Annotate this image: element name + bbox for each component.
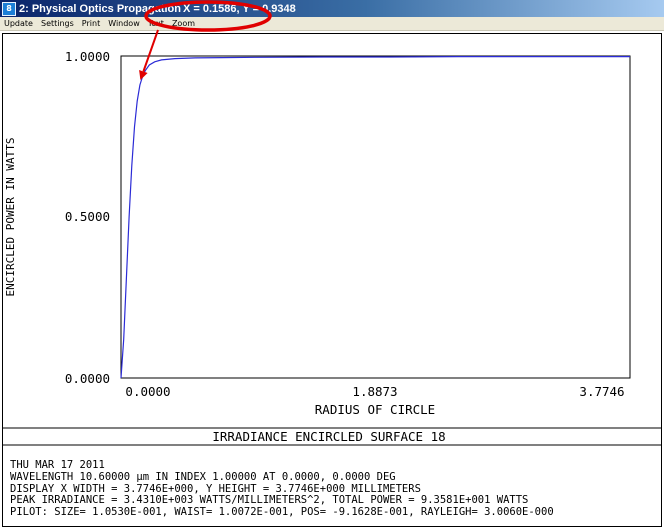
y-tick-label: 1.0000 xyxy=(65,49,110,64)
info-display-size: DISPLAY X WIDTH = 3.7746E+000, Y HEIGHT … xyxy=(10,483,421,495)
info-irradiance: PEAK IRRADIANCE = 3.4310E+003 WATTS/MILL… xyxy=(10,495,529,507)
x-axis-label: RADIUS OF CIRCLE xyxy=(315,402,435,417)
info-wavelength: WAVELENGTH 10.60000 µm IN INDEX 1.00000 … xyxy=(10,471,396,483)
plot-info-block: THU MAR 17 2011 WAVELENGTH 10.60000 µm I… xyxy=(10,460,660,519)
y-tick-label: 0.0000 xyxy=(65,371,110,386)
x-tick-label: 3.7746 xyxy=(579,384,624,399)
y-tick-label: 0.5000 xyxy=(65,209,110,224)
encircled-power-curve xyxy=(120,56,630,379)
x-tick-label: 0.0000 xyxy=(125,384,170,399)
plot-title: IRRADIANCE ENCIRCLED SURFACE 18 xyxy=(212,429,445,444)
info-pilot: PILOT: SIZE= 1.0530E-001, WAIST= 1.0072E… xyxy=(10,507,554,519)
readout-highlight-ellipse xyxy=(144,0,272,32)
plot-area xyxy=(120,55,631,379)
annotation-arrow xyxy=(142,29,159,72)
encircled-energy-plot[interactable]: 1.0000 0.5000 0.0000 0.0000 1.8873 3.774… xyxy=(0,0,664,528)
x-tick-label: 1.8873 xyxy=(352,384,397,399)
y-axis-label: ENCIRCLED POWER IN WATTS xyxy=(4,138,17,297)
annotation-arrow-head xyxy=(139,70,148,80)
info-date: THU MAR 17 2011 xyxy=(10,460,105,471)
